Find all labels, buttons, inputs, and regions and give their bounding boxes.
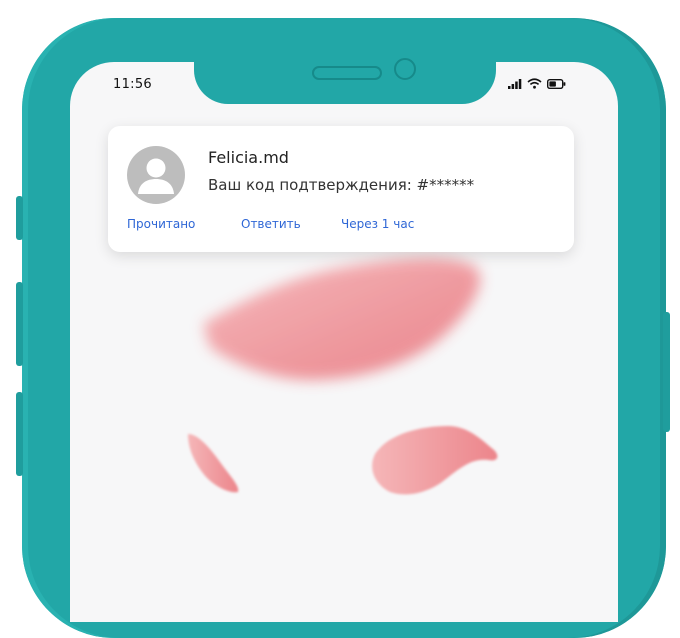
side-button-left-3: [16, 392, 23, 476]
action-reply-button[interactable]: Ответить: [241, 217, 301, 231]
side-button-left-2: [16, 282, 23, 366]
notification-card[interactable]: Felicia.md Ваш код подтверждения: #*****…: [108, 126, 574, 252]
petal-right: [372, 426, 498, 495]
wifi-icon: [527, 78, 542, 89]
action-mark-read-button[interactable]: Прочитано: [127, 217, 195, 231]
petal-small-left: [188, 434, 239, 493]
action-snooze-button[interactable]: Через 1 час: [341, 217, 414, 231]
user-avatar-icon: [138, 158, 174, 194]
avatar: [127, 146, 185, 204]
notification-sender: Felicia.md: [208, 148, 289, 167]
status-time: 11:56: [113, 77, 152, 92]
battery-icon: [547, 78, 566, 89]
status-icons: [508, 78, 566, 89]
speaker-grille: [312, 66, 382, 80]
side-button-right: [663, 312, 670, 432]
front-camera: [394, 58, 416, 80]
side-button-left-1: [16, 196, 23, 240]
signal-icon: [508, 78, 522, 89]
petal-large: [203, 258, 481, 380]
notification-message: Ваш код подтверждения: #******: [208, 176, 475, 194]
